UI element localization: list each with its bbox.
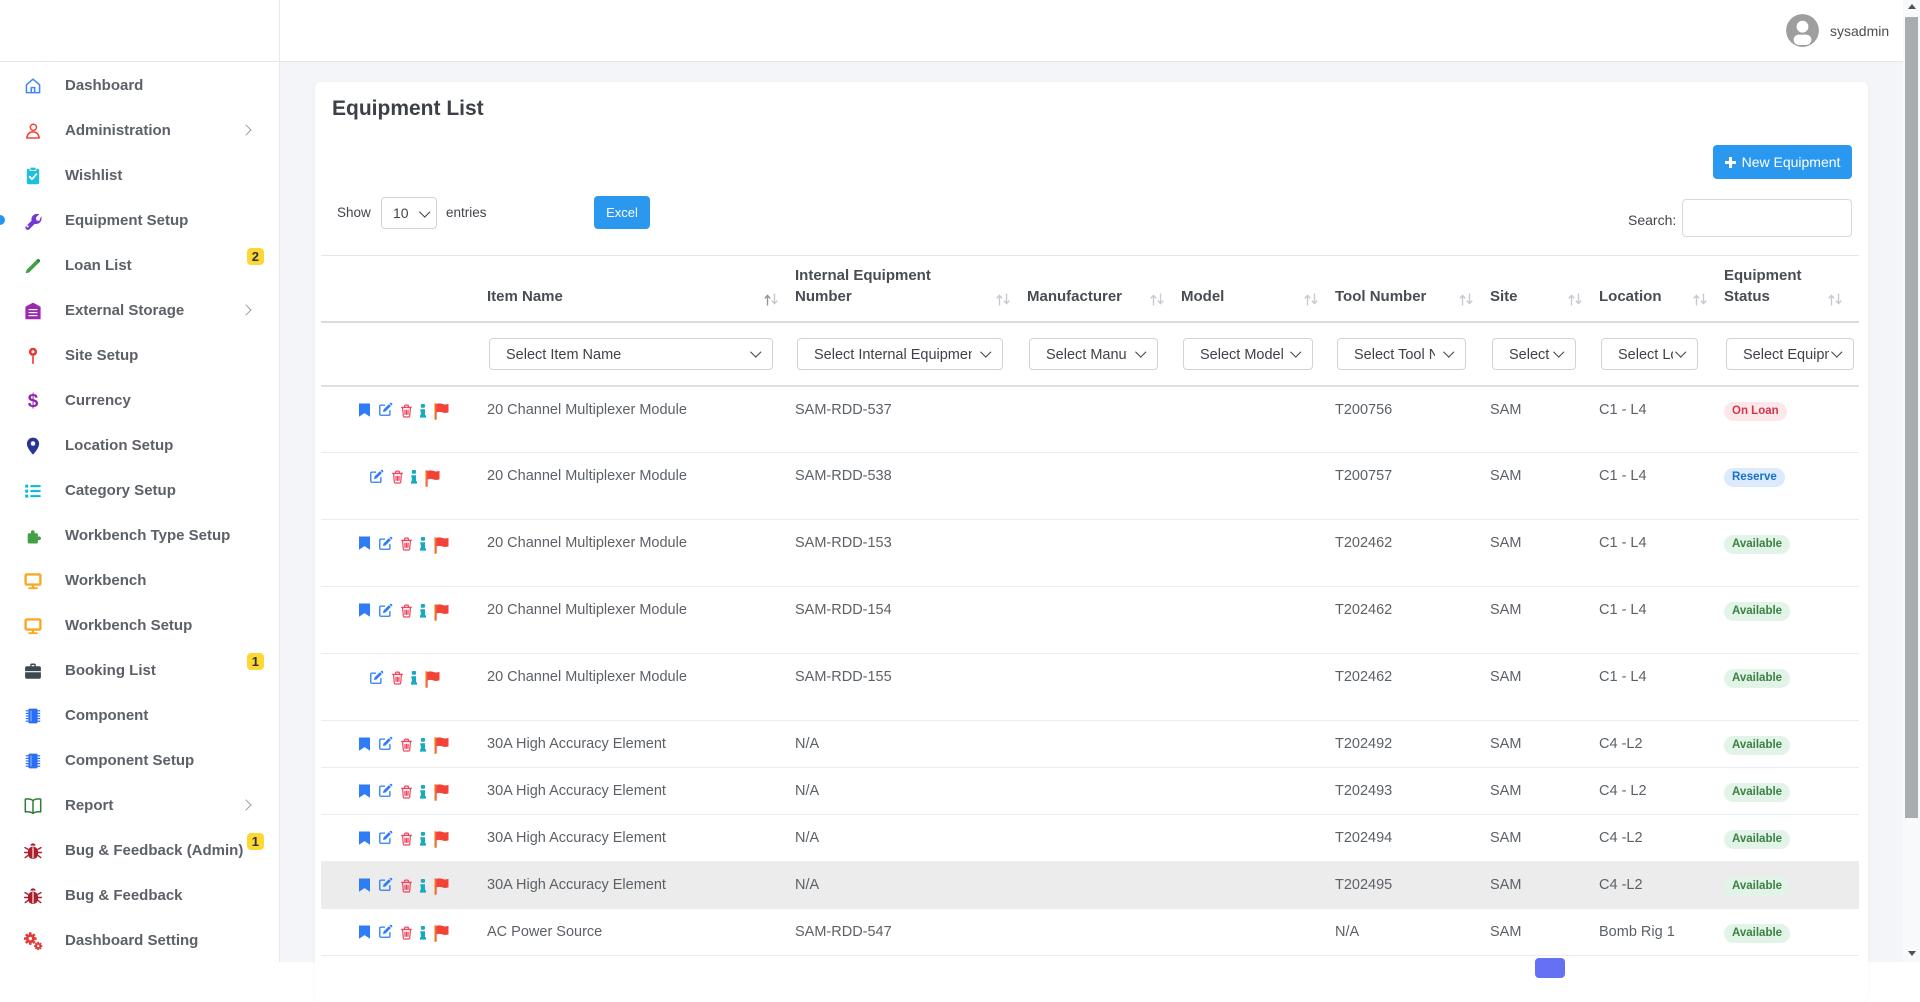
svg-text:$: $ xyxy=(28,391,39,411)
